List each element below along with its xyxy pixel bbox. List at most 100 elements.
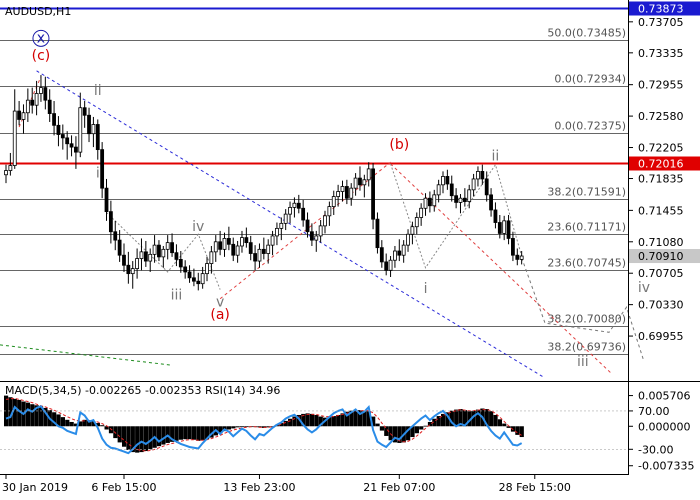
candle-body: [139, 251, 144, 259]
candle-body: [296, 202, 301, 209]
candle-body: [462, 197, 467, 202]
macd-histogram-bar: [497, 419, 503, 427]
candle-body: [248, 242, 253, 254]
price-tick-label: 0.73335: [638, 47, 684, 60]
price-tick-label: 0.69955: [638, 330, 684, 343]
candle-body: [192, 277, 196, 282]
macd-histogram-bar: [239, 426, 245, 428]
candle-body: [410, 226, 415, 235]
wave-label: iv: [638, 280, 650, 296]
fib-level-label: 0.0(0.72934): [554, 73, 626, 86]
macd-histogram-bar: [515, 426, 520, 435]
candle-body: [414, 217, 419, 228]
wave-label: x: [37, 30, 45, 46]
candle-body: [200, 273, 205, 285]
wave-label: iii: [171, 288, 183, 304]
candle-body: [30, 99, 35, 106]
macd-histogram-bar: [489, 411, 494, 427]
time-tick-label: 30 Jan 2019: [2, 481, 68, 494]
wave-label: ii: [492, 149, 500, 165]
candle-body: [270, 235, 275, 246]
fib-level-label: 50.0(0.73485): [547, 27, 626, 40]
bid-price-label: 0.70910: [638, 250, 684, 263]
price-tick-label: 0.71080: [638, 236, 684, 249]
candle-body: [69, 143, 74, 148]
macd-histogram-bar: [200, 426, 205, 441]
macd-histogram-bar: [331, 416, 336, 427]
fib-level-label: 38.2(0.70080): [547, 313, 626, 326]
candle-body: [436, 184, 441, 196]
candle-body: [275, 227, 279, 237]
macd-histogram-bar: [178, 426, 183, 440]
macd-histogram-bar: [187, 426, 192, 440]
price-tick-label: 0.72955: [638, 79, 684, 92]
macd-histogram-bar: [519, 426, 524, 438]
macd-histogram-bar: [196, 426, 201, 441]
candle-body: [441, 176, 445, 186]
candle-body: [196, 280, 201, 285]
macd-histogram-bar: [183, 426, 188, 440]
candle-body: [423, 197, 428, 209]
macd-histogram-bar: [305, 413, 310, 427]
macd-histogram-bar: [336, 414, 341, 427]
candle-body: [12, 110, 17, 166]
candle-body: [366, 168, 371, 181]
candle-body: [445, 176, 450, 185]
chart-svg: 50.0(0.73485) 0.0(0.72934) 0.0(0.72375) 38.…: [0, 0, 700, 500]
macd-histogram-bar: [191, 426, 197, 440]
candle-body: [388, 259, 393, 271]
macd-histogram-bar: [126, 426, 131, 450]
candle-body: [174, 252, 179, 260]
candle-body: [104, 187, 109, 213]
candle-body: [493, 209, 498, 223]
candle-body: [502, 220, 507, 234]
candle-body: [480, 171, 485, 180]
macd-histogram-bar: [231, 426, 236, 429]
macd-histogram-bar: [292, 416, 297, 427]
candle-body: [60, 134, 65, 139]
current-price-label: 0.73873: [638, 3, 684, 16]
macd-histogram-bar: [340, 413, 345, 427]
candle-body: [484, 178, 489, 196]
macd-histogram-bar: [65, 419, 70, 427]
candle-body: [288, 207, 292, 215]
candle-body: [148, 253, 153, 262]
macd-histogram-bar: [419, 426, 424, 430]
candle-body: [467, 189, 472, 202]
macd-histogram-bar: [314, 414, 319, 427]
macd-histogram-bar: [100, 425, 105, 427]
candle-body: [331, 196, 336, 207]
candle-body: [519, 255, 524, 260]
candle-body: [222, 238, 227, 250]
time-tick-label: 13 Feb 23:00: [223, 481, 295, 494]
candle-body: [305, 219, 310, 233]
time-tick-label: 6 Feb 15:00: [91, 481, 156, 494]
macd-histogram-bar: [25, 402, 31, 427]
fib-level-label: 38.2(0.69736): [547, 341, 626, 354]
macd-header: MACD(5,34,5) -0.002265 -0.002353 RSI(14)…: [5, 384, 280, 397]
time-tick-label: 28 Feb 15:00: [499, 481, 571, 494]
macd-tick-label: 0.005706: [638, 390, 691, 403]
candle-body: [283, 213, 288, 224]
candle-body: [244, 237, 249, 244]
candle-body: [152, 244, 157, 255]
candle-body: [218, 241, 223, 250]
candle-body: [261, 248, 266, 254]
candle-body: [401, 244, 406, 256]
candle-body: [113, 231, 118, 241]
candle-body: [292, 202, 297, 208]
candle-body: [318, 225, 323, 237]
candle-body: [231, 243, 236, 256]
fib-level-label: 23.6(0.70745): [547, 257, 626, 270]
candle-body: [279, 222, 284, 229]
candle-body: [135, 258, 140, 270]
candle-body: [349, 187, 354, 199]
candle-body: [427, 197, 432, 207]
candle-body: [95, 124, 100, 151]
candle-body: [506, 220, 511, 239]
candle-body: [497, 222, 502, 234]
macd-histogram-bar: [156, 426, 162, 447]
candle-body: [226, 238, 231, 245]
candle-body: [397, 250, 402, 256]
candle-body: [209, 251, 214, 264]
